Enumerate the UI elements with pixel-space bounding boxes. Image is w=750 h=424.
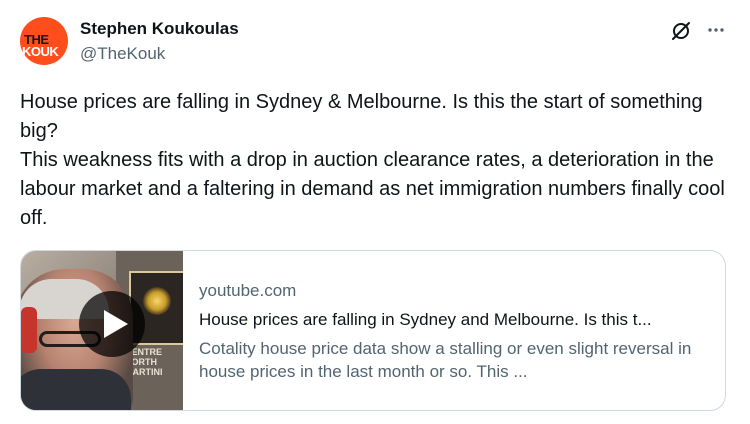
link-card[interactable]: CENTRE NORTH MARTINI youtube.com House p… xyxy=(20,250,726,411)
video-thumbnail[interactable]: CENTRE NORTH MARTINI xyxy=(21,251,183,410)
card-description: Cotality house price data show a stallin… xyxy=(199,339,692,381)
card-title[interactable]: House prices are falling in Sydney and M… xyxy=(199,310,714,330)
avatar[interactable]: THE KOUK xyxy=(20,17,68,65)
card-domain: youtube.com xyxy=(199,281,297,300)
author-handle[interactable]: @TheKouk xyxy=(80,44,165,64)
tweet-text: House prices are falling in Sydney & Mel… xyxy=(20,91,725,229)
grok-slash-icon[interactable] xyxy=(670,20,692,42)
thumbnail-shirt xyxy=(21,369,131,410)
thumbnail-red-object xyxy=(21,307,37,353)
avatar-text-bottom: KOUK xyxy=(22,44,59,59)
play-icon[interactable] xyxy=(79,291,145,357)
author-name[interactable]: Stephen Koukoulas xyxy=(80,19,239,39)
thumbnail-sign: CENTRE NORTH MARTINI xyxy=(125,347,163,377)
more-dots-icon[interactable] xyxy=(704,18,728,42)
